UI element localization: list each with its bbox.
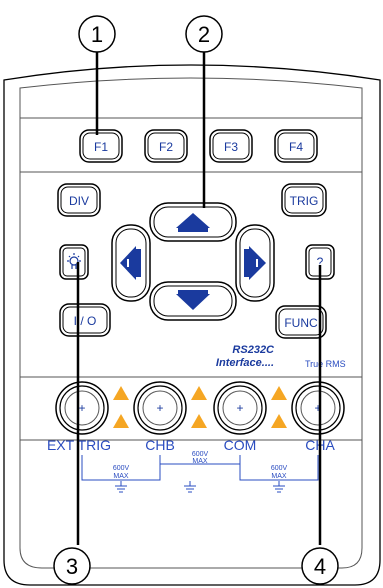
jack-com[interactable]: + <box>213 381 267 435</box>
jack-plus-symbol: + <box>78 401 85 415</box>
func-button[interactable]: FUNC <box>275 305 327 339</box>
rating-600v: 600V <box>271 465 288 472</box>
f3-button[interactable]: F3 <box>209 129 253 163</box>
rating-max: MAX <box>271 473 287 480</box>
callout-2: 2 <box>185 15 223 53</box>
jack-chb[interactable]: + <box>133 381 187 435</box>
trig-label: TRIG <box>290 194 319 208</box>
f2-button[interactable]: F2 <box>144 129 188 163</box>
f3-label: F3 <box>224 140 238 154</box>
down-arrow-button[interactable] <box>149 281 237 321</box>
f2-label: F2 <box>159 140 173 154</box>
chb-label: CHB <box>145 437 175 453</box>
trig-button[interactable]: TRIG <box>281 183 327 217</box>
jack-plus-symbol: + <box>156 401 163 415</box>
right-arrow-button[interactable] <box>235 224 275 302</box>
interface-text: Interface.... <box>216 357 274 369</box>
callout-4-label: 4 <box>314 554 326 579</box>
callout-1: 1 <box>78 15 116 53</box>
f1-label: F1 <box>94 140 108 154</box>
f1-button[interactable]: F1 <box>79 129 123 163</box>
remote-diagram: F1 F2 F3 F4 DIV TRIG ? I / O FUNC RS232C… <box>3 15 381 586</box>
f4-label: F4 <box>289 140 303 154</box>
callout-3-label: 3 <box>66 554 78 579</box>
rs232c-text: RS232C <box>232 344 275 356</box>
com-label: COM <box>224 437 257 453</box>
true-rms-label: True RMS <box>305 359 346 369</box>
callout-2-label: 2 <box>198 22 210 47</box>
up-arrow-button[interactable] <box>149 202 237 242</box>
f4-button[interactable]: F4 <box>274 129 318 163</box>
div-label: DIV <box>69 194 89 208</box>
jack-ext-trig[interactable]: + <box>55 381 109 435</box>
light-button[interactable] <box>59 244 89 280</box>
callout-3: 3 <box>53 547 91 585</box>
callout-4: 4 <box>301 547 339 585</box>
div-button[interactable]: DIV <box>57 183 101 217</box>
jack-plus-symbol: + <box>236 401 243 415</box>
rating-600v: 600V <box>113 465 130 472</box>
rating-max: MAX <box>113 473 129 480</box>
left-arrow-button[interactable] <box>111 224 151 302</box>
rating-600v: 600V <box>192 451 209 458</box>
func-label: FUNC <box>284 316 318 330</box>
callout-1-label: 1 <box>91 22 103 47</box>
power-button[interactable]: I / O <box>59 303 111 337</box>
jack-cha[interactable]: + <box>291 381 345 435</box>
rating-max: MAX <box>192 458 208 465</box>
